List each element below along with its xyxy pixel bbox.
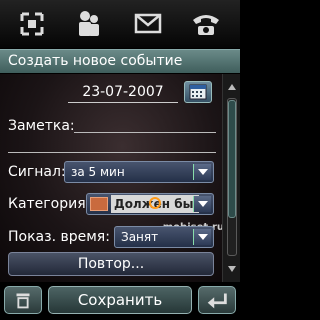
note-input-line-2[interactable]: [8, 152, 216, 153]
back-button[interactable]: [198, 286, 236, 314]
repeat-button[interactable]: Повтор...: [8, 252, 214, 276]
signal-value: за 5 мин: [71, 165, 125, 179]
page-title: Создать новое событие: [8, 53, 183, 69]
category-select[interactable]: Должен быть: [86, 193, 214, 215]
scroll-thumb[interactable]: [228, 100, 236, 218]
shortcut-bar: [0, 0, 240, 48]
scrollbar[interactable]: [222, 74, 240, 282]
signal-select[interactable]: за 5 мин: [64, 161, 214, 183]
show-time-value: Занят: [121, 230, 159, 244]
scroll-up-icon[interactable]: [227, 82, 237, 92]
calendar-button[interactable]: [184, 81, 212, 103]
calendar-icon: [189, 84, 207, 100]
save-button[interactable]: Сохранить: [48, 286, 192, 314]
chevron-down-icon[interactable]: [193, 229, 211, 245]
category-color-swatch: [90, 197, 108, 211]
message-icon[interactable]: [128, 6, 168, 42]
menu-icon: [16, 293, 30, 309]
show-time-label: Показ. время:: [8, 229, 110, 245]
contacts-icon[interactable]: [68, 6, 108, 42]
chevron-down-icon[interactable]: [193, 196, 211, 212]
signal-label: Сигнал:: [8, 164, 66, 180]
back-arrow-icon: [207, 293, 227, 309]
title-bar: Создать новое событие: [0, 49, 240, 73]
category-label: Категория:: [8, 196, 91, 212]
menu-button[interactable]: [4, 286, 42, 314]
note-label: Заметка:: [8, 118, 75, 134]
show-time-select[interactable]: Занят: [114, 226, 214, 248]
phone-icon[interactable]: [186, 6, 226, 42]
cursor-indicator: [149, 197, 161, 209]
scroll-down-icon[interactable]: [227, 264, 237, 274]
date-field[interactable]: 23-07-2007: [68, 81, 178, 103]
chevron-down-icon[interactable]: [193, 164, 211, 180]
scan-icon[interactable]: [12, 6, 52, 42]
note-input[interactable]: [74, 132, 216, 133]
